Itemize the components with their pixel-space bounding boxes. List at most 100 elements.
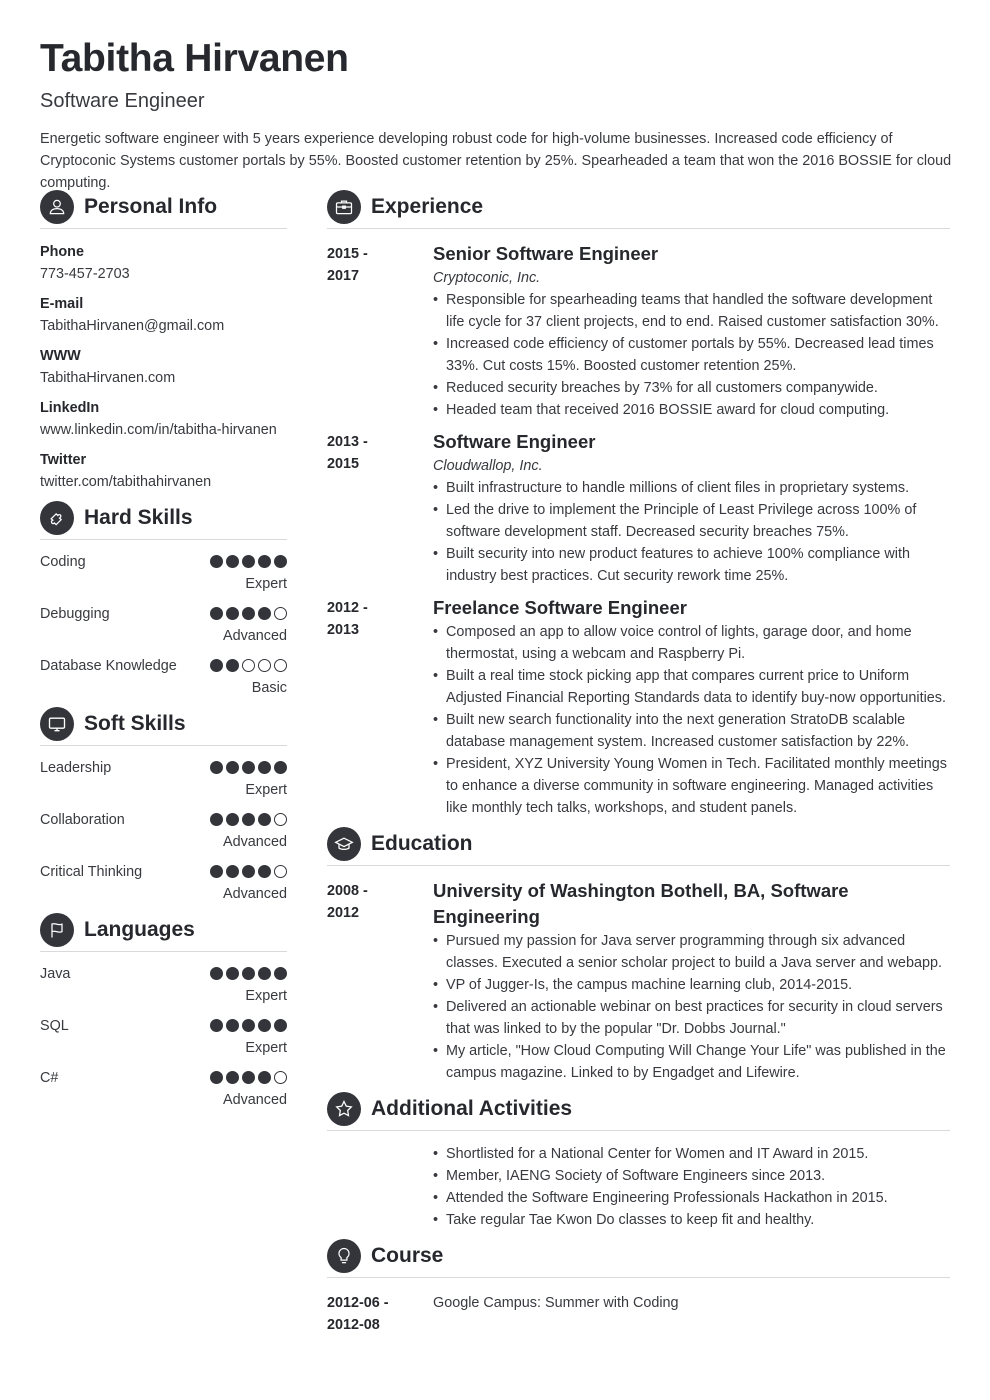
languages-list: Java Expert SQL Expert C# Advanced xyxy=(40,963,287,1111)
bullet-item: Attended the Software Engineering Profes… xyxy=(433,1187,950,1209)
rating-dot-filled xyxy=(274,1019,287,1032)
rating-dot-empty xyxy=(274,607,287,620)
personal-info-section: Personal Info Phone 773-457-2703 E-mail Tab… xyxy=(40,189,287,493)
rating-dot-filled xyxy=(258,607,271,620)
section-header: Soft Skills xyxy=(40,706,287,746)
skill-name: Java xyxy=(40,966,71,982)
bullet-item: Headed team that received 2016 BOSSIE aw… xyxy=(433,399,950,421)
monitor-icon xyxy=(40,706,74,741)
resume-header: Tabitha Hirvanen Software Engineer Energ… xyxy=(40,36,955,194)
rating-dot-filled xyxy=(226,659,239,672)
entry-title: Freelance Software Engineer xyxy=(433,597,687,618)
section-header: Hard Skills xyxy=(40,500,287,540)
bullet-item: My article, "How Cloud Computing Will Ch… xyxy=(433,1040,950,1084)
skill-name: Debugging xyxy=(40,606,110,622)
entry-title: Senior Software Engineer xyxy=(433,243,659,264)
section-header: Course xyxy=(327,1238,950,1278)
rating-dot-filled xyxy=(274,555,287,568)
info-value: 773-457-2703 xyxy=(40,266,130,282)
bullet-item: Member, IAENG Society of Software Engine… xyxy=(433,1165,950,1187)
date-start: 2012-06 - xyxy=(327,1295,389,1311)
company-name: Cryptoconic, Inc. xyxy=(433,270,541,286)
info-label: E-mail xyxy=(40,296,84,312)
experience-entry: 2013 - 2015 Software Engineer Cloudwallop, … xyxy=(327,429,950,587)
rating-dot-filled xyxy=(210,1019,223,1032)
info-value: TabithaHirvanen@gmail.com xyxy=(40,318,225,334)
right-column: Experience 2015 - 2017 Senior Software Eng… xyxy=(327,189,950,1344)
entry-body: University of Washington Bothell, BA, So… xyxy=(433,878,950,1084)
course-title: Google Campus: Summer with Coding xyxy=(433,1295,679,1311)
info-value: www.linkedin.com/in/tabitha-hirvanen xyxy=(40,422,277,438)
date-end: 2015 xyxy=(327,456,360,472)
rating-dot-filled xyxy=(210,761,223,774)
rating-dot-filled xyxy=(274,761,287,774)
skill-row: Critical Thinking xyxy=(40,861,287,883)
skill-name: SQL xyxy=(40,1018,69,1034)
skill-item: Java Expert xyxy=(40,963,287,1007)
bullet-item: Increased code efficiency of customer po… xyxy=(433,333,950,377)
rating-dot-filled xyxy=(226,1019,239,1032)
candidate-title: Software Engineer xyxy=(40,90,205,112)
rating-dot-empty xyxy=(274,813,287,826)
experience-section: Experience 2015 - 2017 Senior Software Eng… xyxy=(327,189,950,819)
bullet-item: Led the drive to implement the Principle… xyxy=(433,499,950,543)
entry-date: 2015 - 2017 xyxy=(327,241,433,421)
personal-info-item: Twitter twitter.com/tabithahirvanen xyxy=(40,449,287,493)
bullet-item: Delivered an actionable webinar on best … xyxy=(433,996,950,1040)
entry-body: Senior Software Engineer Cryptoconic, Inc… xyxy=(433,241,950,421)
skill-level: Advanced xyxy=(222,834,287,850)
entry-body: Freelance Software Engineer Composed an a… xyxy=(433,595,950,819)
experience-entry: 2012 - 2013 Freelance Software Engineer Com… xyxy=(327,595,950,819)
skill-rating xyxy=(210,1015,287,1032)
lightbulb-icon xyxy=(327,1238,361,1273)
skill-level: Basic xyxy=(251,680,287,696)
rating-dot-filled xyxy=(242,761,255,774)
skill-row: Java xyxy=(40,963,287,985)
rating-dot-filled xyxy=(210,865,223,878)
rating-dot-filled xyxy=(210,555,223,568)
rating-dot-filled xyxy=(226,1071,239,1084)
skill-item: Collaboration Advanced xyxy=(40,809,287,853)
course-section: Course 2012-06 - 2012-08 Google Campus: Su… xyxy=(327,1238,950,1336)
personal-info-item: WWW TabithaHirvanen.com xyxy=(40,345,287,389)
rating-dot-filled xyxy=(210,813,223,826)
section-header: Education xyxy=(327,826,950,866)
skill-level: Advanced xyxy=(222,1092,287,1108)
entry-title: University of Washington Bothell, BA, So… xyxy=(433,880,849,927)
entry-date: 2012-06 - 2012-08 xyxy=(327,1290,433,1336)
left-column: Personal Info Phone 773-457-2703 E-mail Tab… xyxy=(40,189,287,1119)
rating-dot-filled xyxy=(226,813,239,826)
rating-dot-filled xyxy=(242,813,255,826)
skill-row: SQL xyxy=(40,1015,287,1037)
skill-item: C# Advanced xyxy=(40,1067,287,1111)
rating-dot-filled xyxy=(258,1071,271,1084)
bullet-item: Shortlisted for a National Center for Wo… xyxy=(433,1143,950,1165)
soft-skills-section: Soft Skills Leadership Expert Collaboratio… xyxy=(40,706,287,905)
bullet-item: Responsible for spearheading teams that … xyxy=(433,289,950,333)
entry-body: Google Campus: Summer with Coding xyxy=(433,1290,950,1336)
activities-bullets: Shortlisted for a National Center for Wo… xyxy=(433,1143,950,1231)
rating-dot-filled xyxy=(242,1019,255,1032)
section-title: Personal Info xyxy=(84,194,218,218)
rating-dot-filled xyxy=(226,607,239,620)
info-label: WWW xyxy=(40,348,81,364)
skill-item: Coding Expert xyxy=(40,551,287,595)
graduation-cap-icon xyxy=(327,826,361,861)
activities-entry: Shortlisted for a National Center for Wo… xyxy=(327,1143,950,1231)
rating-dot-filled xyxy=(226,967,239,980)
bullet-item: Reduced security breaches by 73% for all… xyxy=(433,377,950,399)
skill-row: C# xyxy=(40,1067,287,1089)
rating-dot-filled xyxy=(242,607,255,620)
experience-list: 2015 - 2017 Senior Software Engineer Crypto… xyxy=(327,241,950,819)
section-header: Personal Info xyxy=(40,189,287,229)
summary: Energetic software engineer with 5 years… xyxy=(40,131,952,191)
skill-row: Database Knowledge xyxy=(40,655,287,677)
skill-level: Expert xyxy=(245,1040,287,1056)
bullet-list: Composed an app to allow voice control o… xyxy=(433,621,950,819)
info-label: Phone xyxy=(40,244,84,260)
bullet-item: Built security into new product features… xyxy=(433,543,950,587)
briefcase-icon xyxy=(327,189,361,224)
skill-level: Expert xyxy=(245,576,287,592)
bullet-item: Composed an app to allow voice control o… xyxy=(433,621,950,665)
date-end: 2012 xyxy=(327,905,360,921)
